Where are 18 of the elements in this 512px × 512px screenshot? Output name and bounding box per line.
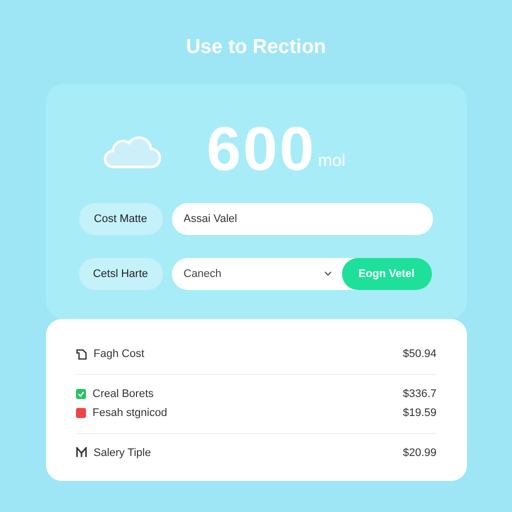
field-label: Cost Matte [78,203,162,235]
cost-amount: $336.7 [402,386,436,402]
cost-amount: $20.99 [402,446,436,460]
cost-label: Fagh Cost [94,347,146,362]
unit-label: mol [318,150,346,172]
cost-label: Salery Tiple [94,446,152,460]
cost-amount: $19.59 [402,406,436,421]
select-field[interactable]: Canech [172,266,342,282]
chevron-icon [324,271,332,277]
checkbox[interactable] [76,388,86,399]
cost-label: Fesah stgnicod [92,406,168,421]
page-title: Use to Rection [186,35,326,60]
cost-label: Creal Borets [92,386,155,402]
document-icon [76,348,86,360]
field-label: Cetsl Harte [78,258,162,290]
input-field[interactable]: Assai Valel [172,203,432,235]
amount-value: 600 [206,119,316,181]
cost-amount: $50.94 [402,347,436,362]
